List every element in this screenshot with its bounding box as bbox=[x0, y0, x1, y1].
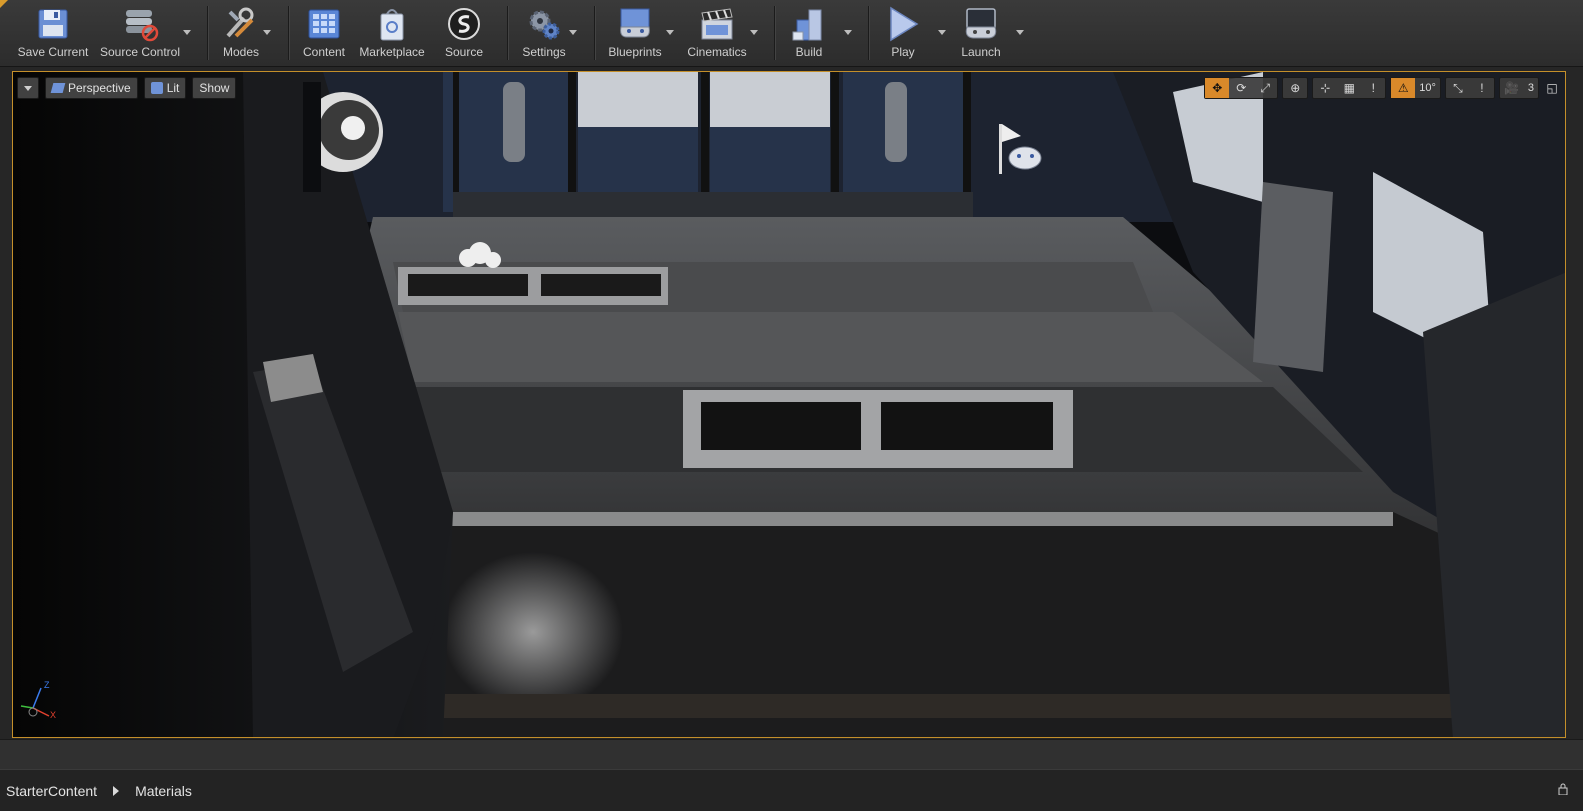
perspective-label: Perspective bbox=[68, 81, 131, 95]
tab-corner-marker bbox=[0, 0, 8, 8]
source-label: Source bbox=[444, 45, 484, 59]
grid-snap-warning-icon[interactable]: ! bbox=[1361, 78, 1385, 98]
source-button[interactable]: Source bbox=[440, 4, 488, 62]
scale-mode-icon[interactable]: ⤢ bbox=[1253, 78, 1277, 98]
rotate-mode-icon[interactable]: ⟳ bbox=[1229, 78, 1253, 98]
toolbar-separator bbox=[507, 6, 508, 60]
breadcrumb-item-materials[interactable]: Materials bbox=[135, 783, 192, 799]
source-control-label: Source Control bbox=[99, 45, 181, 59]
clapperboard-icon bbox=[696, 4, 738, 44]
source-control-button[interactable]: Source Control bbox=[98, 4, 182, 62]
build-dropdown-icon[interactable] bbox=[844, 30, 852, 35]
modes-button[interactable]: Modes bbox=[216, 4, 266, 62]
coordinate-system-group: ⊕ bbox=[1282, 77, 1309, 99]
blueprints-dropdown-icon[interactable] bbox=[666, 30, 674, 35]
content-browser-breadcrumb: StarterContent Materials bbox=[0, 769, 1583, 811]
play-icon bbox=[882, 4, 924, 44]
breadcrumb-separator-icon[interactable] bbox=[113, 785, 120, 796]
camera-speed-icon[interactable]: 🎥 bbox=[1500, 78, 1524, 98]
scale-snap-icon[interactable]: ⤡ bbox=[1446, 78, 1470, 98]
axis-gizmo: Z X bbox=[19, 680, 59, 727]
scale-snap-group: ⤡ ! bbox=[1444, 77, 1495, 99]
launch-dropdown-icon[interactable] bbox=[1016, 30, 1024, 35]
panel-divider-strip bbox=[0, 739, 1583, 769]
rotation-snap-group: ⚠ 10° bbox=[1390, 77, 1441, 99]
marketplace-button[interactable]: Marketplace bbox=[356, 4, 428, 62]
marketplace-bag-icon bbox=[371, 4, 413, 44]
build-label: Build bbox=[795, 45, 823, 59]
floppy-disk-icon bbox=[32, 4, 74, 44]
axis-z-label: Z bbox=[44, 680, 50, 690]
toolbar-separator bbox=[288, 6, 289, 60]
lit-view-mode-button[interactable]: Lit bbox=[143, 77, 187, 99]
lock-icon[interactable] bbox=[1557, 782, 1569, 800]
cinematics-label: Cinematics bbox=[687, 45, 747, 59]
blueprints-gamepad-icon bbox=[614, 4, 656, 44]
surface-snap-icon[interactable]: ⊹ bbox=[1313, 78, 1337, 98]
settings-dropdown-icon[interactable] bbox=[569, 30, 577, 35]
viewport-options-bar: Perspective Lit Show bbox=[17, 77, 237, 99]
scene-render bbox=[13, 72, 1565, 737]
grid-snap-icon[interactable]: ▦ bbox=[1337, 78, 1361, 98]
viewport-options-dropdown[interactable] bbox=[17, 77, 39, 99]
axis-x-label: X bbox=[50, 710, 57, 720]
play-label: Play bbox=[891, 45, 915, 59]
toolbar-separator bbox=[207, 6, 208, 60]
toolbar-separator bbox=[868, 6, 869, 60]
modes-label: Modes bbox=[222, 45, 260, 59]
modes-tools-icon bbox=[220, 4, 262, 44]
play-button[interactable]: Play bbox=[880, 4, 926, 62]
main-toolbar: Save Current Source Control Modes Conten… bbox=[0, 0, 1583, 67]
rotation-snap-value[interactable]: 10° bbox=[1415, 78, 1440, 98]
perspective-button[interactable]: Perspective bbox=[45, 77, 138, 99]
scale-snap-warning-icon[interactable]: ! bbox=[1470, 78, 1494, 98]
save-current-label: Save Current bbox=[17, 45, 89, 59]
toolbar-separator bbox=[774, 6, 775, 60]
camera-speed-value[interactable]: 3 bbox=[1524, 78, 1538, 98]
show-flags-button[interactable]: Show bbox=[192, 77, 237, 99]
cinematics-button[interactable]: Cinematics bbox=[684, 4, 750, 62]
perspective-cube-icon bbox=[50, 83, 66, 93]
chevron-down-icon bbox=[24, 85, 32, 91]
grid-snap-group: ⊹ ▦ ! bbox=[1312, 77, 1387, 99]
modes-dropdown-icon[interactable] bbox=[263, 30, 271, 35]
toolbar-separator bbox=[594, 6, 595, 60]
save-current-button[interactable]: Save Current bbox=[16, 4, 90, 62]
lit-sphere-icon bbox=[150, 82, 163, 94]
content-grid-icon bbox=[303, 4, 345, 44]
build-blocks-icon bbox=[788, 4, 830, 44]
transform-mode-group: ✥ ⟳ ⤢ bbox=[1204, 77, 1279, 99]
settings-button[interactable]: Settings bbox=[518, 4, 570, 62]
build-button[interactable]: Build bbox=[786, 4, 832, 62]
viewport-transform-bar: ✥ ⟳ ⤢ ⊕ ⊹ ▦ ! ⚠ 10° ⤡ ! 🎥 3 ◱ bbox=[1204, 77, 1561, 99]
blueprints-label: Blueprints bbox=[608, 45, 662, 59]
settings-label: Settings bbox=[522, 45, 566, 59]
breadcrumb-item-startercontent[interactable]: StarterContent bbox=[6, 783, 97, 799]
camera-speed-group: 🎥 3 bbox=[1498, 77, 1539, 99]
source-control-dropdown-icon[interactable] bbox=[183, 30, 191, 35]
source-logo-icon bbox=[443, 4, 485, 44]
world-coordinates-icon[interactable]: ⊕ bbox=[1283, 78, 1307, 98]
rotation-snap-icon[interactable]: ⚠ bbox=[1391, 78, 1416, 98]
cinematics-dropdown-icon[interactable] bbox=[750, 30, 758, 35]
maximize-viewport-icon[interactable]: ◱ bbox=[1543, 78, 1561, 98]
content-button[interactable]: Content bbox=[298, 4, 350, 62]
settings-gears-icon bbox=[523, 4, 565, 44]
show-label: Show bbox=[199, 81, 230, 95]
launch-label: Launch bbox=[961, 45, 1001, 59]
play-dropdown-icon[interactable] bbox=[938, 30, 946, 35]
translate-mode-icon[interactable]: ✥ bbox=[1205, 78, 1230, 98]
launch-button[interactable]: Launch bbox=[956, 4, 1006, 62]
launch-console-icon bbox=[960, 4, 1002, 44]
source-control-icon bbox=[119, 4, 161, 44]
lit-label: Lit bbox=[166, 81, 180, 95]
level-viewport[interactable]: Perspective Lit Show ✥ ⟳ ⤢ ⊕ ⊹ ▦ ! ⚠ 10° bbox=[12, 71, 1566, 738]
blueprints-button[interactable]: Blueprints bbox=[604, 4, 666, 62]
marketplace-label: Marketplace bbox=[359, 45, 425, 59]
content-label: Content bbox=[302, 45, 346, 59]
